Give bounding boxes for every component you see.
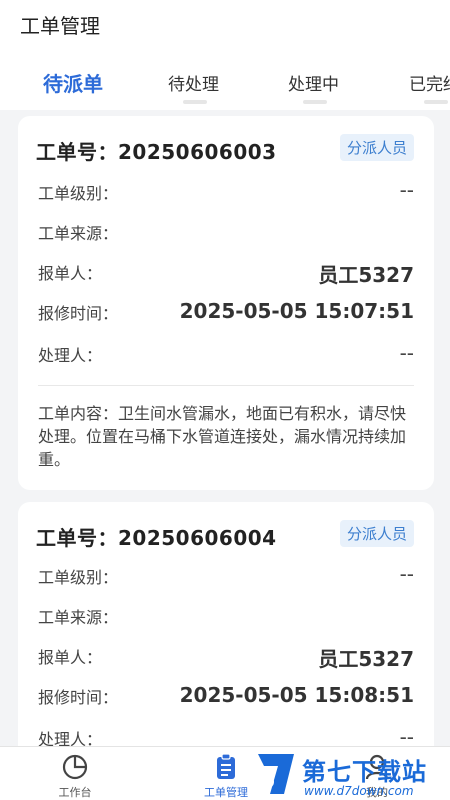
source-label: 工单来源：: [38, 608, 119, 627]
divider: [38, 385, 414, 386]
status-tabs: 待派单 待处理 处理中 已完结: [0, 56, 450, 110]
tab-processing[interactable]: 处理中: [288, 70, 339, 95]
report-time-label: 报修时间：: [38, 304, 119, 323]
order-number-label: 工单号：: [36, 140, 118, 164]
handler-label: 处理人：: [38, 346, 103, 365]
order-number-label: 工单号：: [36, 526, 118, 550]
handler-value: --: [399, 341, 414, 365]
order-number-value: 20250606004: [118, 526, 277, 550]
nav-workbench[interactable]: 工作台: [30, 747, 120, 800]
pie-chart-icon: [62, 754, 88, 780]
report-time-label: 报修时间：: [38, 688, 119, 707]
app-header: 工单管理: [0, 0, 450, 56]
reporter-label: 报单人：: [38, 264, 103, 283]
level-value: --: [399, 178, 414, 202]
tab-pending-process[interactable]: 待处理: [168, 70, 219, 95]
report-time-value: 2025-05-05 15:07:51: [179, 299, 414, 323]
reporter-label: 报单人：: [38, 648, 103, 667]
order-content: 工单内容：卫生间水管漏水，地面已有积水，请尽快处理。位置在马桶下水管道连接处，漏…: [38, 404, 407, 469]
watermark-url: www.d7down.com: [304, 784, 414, 798]
source-label: 工单来源：: [38, 224, 119, 243]
level-label: 工单级别：: [38, 568, 119, 587]
page-title: 工单管理: [20, 14, 100, 38]
level-value: --: [399, 562, 414, 586]
tab-indicator: [424, 100, 448, 104]
order-number: 工单号：20250606004: [36, 522, 277, 551]
report-time-value: 2025-05-05 15:08:51: [179, 683, 414, 707]
level-label: 工单级别：: [38, 184, 119, 203]
clipboard-icon: [217, 753, 235, 779]
order-number: 工单号：20250606003: [36, 136, 277, 165]
reporter-value: 员工5327: [318, 647, 414, 671]
order-number-value: 20250606003: [118, 140, 277, 164]
reporter-value: 员工5327: [318, 263, 414, 287]
assign-staff-button[interactable]: 分派人员: [339, 520, 414, 547]
watermark-logo-icon: [258, 754, 294, 794]
nav-label: 工作台: [58, 786, 92, 799]
tab-indicator: [303, 100, 327, 104]
watermark-title: 第七下载站: [302, 758, 427, 786]
order-card[interactable]: 工单号：20250606003 分派人员 工单级别： -- 工单来源： 报单人：…: [18, 116, 434, 490]
tab-completed[interactable]: 已完结: [409, 70, 450, 95]
tab-indicator: [183, 100, 207, 104]
tab-pending-dispatch[interactable]: 待派单: [43, 68, 103, 97]
assign-staff-button[interactable]: 分派人员: [339, 134, 414, 161]
site-watermark: 第七下载站 www.d7down.com: [252, 748, 450, 800]
